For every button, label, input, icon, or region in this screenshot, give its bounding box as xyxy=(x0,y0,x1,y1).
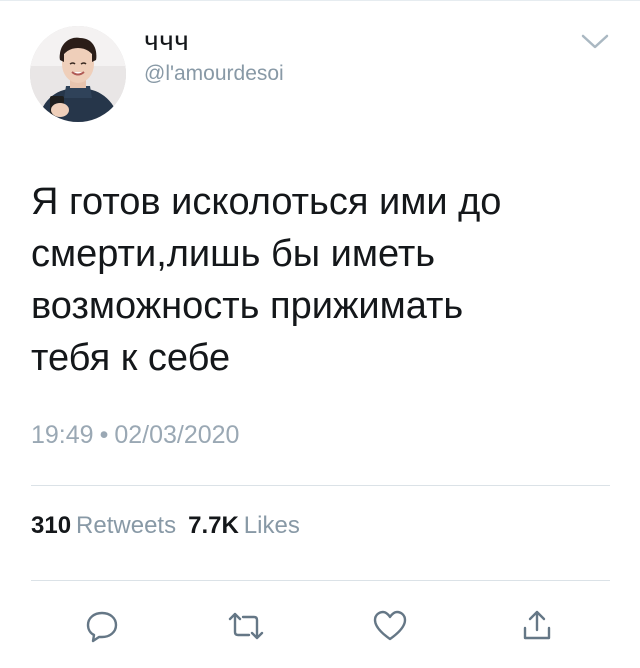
timestamp-separator: • xyxy=(99,421,109,449)
chevron-down-icon[interactable] xyxy=(580,30,610,52)
tweet-stats: 310 Retweets 7.7K Likes xyxy=(31,511,300,541)
tweet-timestamp[interactable]: 19:49 • 02/03/2020 xyxy=(31,420,239,450)
retweets-link[interactable]: 310 Retweets xyxy=(31,512,176,539)
likes-count: 7.7K xyxy=(188,512,239,539)
tweet-text: Я готов исколоться ими до смерти,лишь бы… xyxy=(31,181,502,379)
reply-button[interactable] xyxy=(82,606,122,646)
avatar[interactable] xyxy=(30,26,126,122)
tweet-date: 02/03/2020 xyxy=(114,421,240,449)
retweets-label: Retweets xyxy=(76,512,177,539)
reply-icon xyxy=(86,611,118,643)
display-name[interactable]: ччч xyxy=(144,26,189,56)
tweet-time: 19:49 xyxy=(31,421,94,449)
likes-link[interactable]: 7.7K Likes xyxy=(188,512,300,539)
share-icon xyxy=(523,610,551,640)
share-button[interactable] xyxy=(517,606,557,646)
retweet-icon xyxy=(228,612,264,640)
avatar-photo xyxy=(30,26,126,122)
stats-divider-top xyxy=(31,485,610,486)
top-divider xyxy=(0,0,640,1)
like-button[interactable] xyxy=(370,606,410,646)
retweet-button[interactable] xyxy=(226,606,266,646)
user-handle[interactable]: @l'amourdesoi xyxy=(144,62,284,86)
tweet-card: ччч @l'amourdesoi Я готов исколоться ими… xyxy=(0,0,640,668)
heart-icon xyxy=(373,610,407,641)
retweets-count: 310 xyxy=(31,512,72,539)
stats-divider-bottom xyxy=(31,580,610,581)
likes-label: Likes xyxy=(243,512,300,539)
